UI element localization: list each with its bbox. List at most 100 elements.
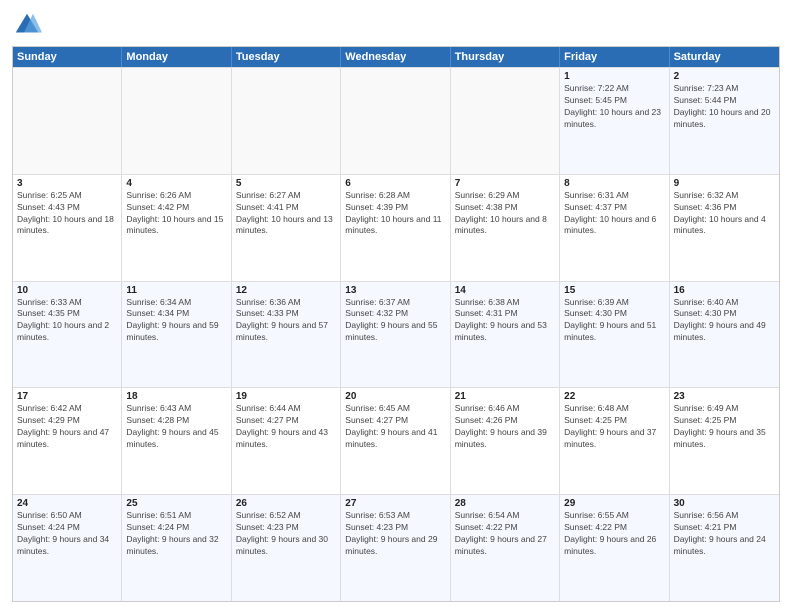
calendar-cell: 25Sunrise: 6:51 AM Sunset: 4:24 PM Dayli… [122,495,231,601]
weekday-header: Monday [122,47,231,67]
day-number: 30 [674,498,775,509]
day-info: Sunrise: 6:53 AM Sunset: 4:23 PM Dayligh… [345,510,445,558]
calendar-cell: 22Sunrise: 6:48 AM Sunset: 4:25 PM Dayli… [560,388,669,494]
day-info: Sunrise: 6:51 AM Sunset: 4:24 PM Dayligh… [126,510,226,558]
day-number: 7 [455,178,555,189]
calendar-cell: 29Sunrise: 6:55 AM Sunset: 4:22 PM Dayli… [560,495,669,601]
day-info: Sunrise: 6:54 AM Sunset: 4:22 PM Dayligh… [455,510,555,558]
logo [12,10,46,40]
day-number: 26 [236,498,336,509]
day-info: Sunrise: 6:42 AM Sunset: 4:29 PM Dayligh… [17,403,117,451]
calendar-cell: 4Sunrise: 6:26 AM Sunset: 4:42 PM Daylig… [122,175,231,281]
calendar-cell: 13Sunrise: 6:37 AM Sunset: 4:32 PM Dayli… [341,282,450,388]
calendar-cell [13,68,122,174]
day-number: 18 [126,391,226,402]
calendar-row: 3Sunrise: 6:25 AM Sunset: 4:43 PM Daylig… [13,174,779,281]
day-info: Sunrise: 6:45 AM Sunset: 4:27 PM Dayligh… [345,403,445,451]
day-number: 13 [345,285,445,296]
day-info: Sunrise: 6:50 AM Sunset: 4:24 PM Dayligh… [17,510,117,558]
day-info: Sunrise: 6:43 AM Sunset: 4:28 PM Dayligh… [126,403,226,451]
day-info: Sunrise: 6:46 AM Sunset: 4:26 PM Dayligh… [455,403,555,451]
day-info: Sunrise: 6:29 AM Sunset: 4:38 PM Dayligh… [455,190,555,238]
day-info: Sunrise: 6:40 AM Sunset: 4:30 PM Dayligh… [674,297,775,345]
calendar-cell: 5Sunrise: 6:27 AM Sunset: 4:41 PM Daylig… [232,175,341,281]
calendar-cell: 11Sunrise: 6:34 AM Sunset: 4:34 PM Dayli… [122,282,231,388]
calendar-cell: 18Sunrise: 6:43 AM Sunset: 4:28 PM Dayli… [122,388,231,494]
calendar-cell: 12Sunrise: 6:36 AM Sunset: 4:33 PM Dayli… [232,282,341,388]
day-info: Sunrise: 7:23 AM Sunset: 5:44 PM Dayligh… [674,83,775,131]
day-number: 3 [17,178,117,189]
weekday-header: Tuesday [232,47,341,67]
calendar-header: SundayMondayTuesdayWednesdayThursdayFrid… [13,47,779,67]
calendar-cell: 8Sunrise: 6:31 AM Sunset: 4:37 PM Daylig… [560,175,669,281]
calendar-cell [341,68,450,174]
calendar-cell: 2Sunrise: 7:23 AM Sunset: 5:44 PM Daylig… [670,68,779,174]
calendar: SundayMondayTuesdayWednesdayThursdayFrid… [12,46,780,602]
calendar-cell: 26Sunrise: 6:52 AM Sunset: 4:23 PM Dayli… [232,495,341,601]
calendar-cell: 17Sunrise: 6:42 AM Sunset: 4:29 PM Dayli… [13,388,122,494]
day-number: 11 [126,285,226,296]
day-info: Sunrise: 6:32 AM Sunset: 4:36 PM Dayligh… [674,190,775,238]
calendar-cell: 28Sunrise: 6:54 AM Sunset: 4:22 PM Dayli… [451,495,560,601]
calendar-cell: 14Sunrise: 6:38 AM Sunset: 4:31 PM Dayli… [451,282,560,388]
calendar-cell: 15Sunrise: 6:39 AM Sunset: 4:30 PM Dayli… [560,282,669,388]
day-info: Sunrise: 6:48 AM Sunset: 4:25 PM Dayligh… [564,403,664,451]
weekday-header: Thursday [451,47,560,67]
calendar-cell: 7Sunrise: 6:29 AM Sunset: 4:38 PM Daylig… [451,175,560,281]
page: SundayMondayTuesdayWednesdayThursdayFrid… [0,0,792,612]
calendar-cell [232,68,341,174]
calendar-cell: 1Sunrise: 7:22 AM Sunset: 5:45 PM Daylig… [560,68,669,174]
day-number: 15 [564,285,664,296]
day-number: 6 [345,178,445,189]
calendar-cell: 24Sunrise: 6:50 AM Sunset: 4:24 PM Dayli… [13,495,122,601]
day-number: 12 [236,285,336,296]
calendar-cell: 10Sunrise: 6:33 AM Sunset: 4:35 PM Dayli… [13,282,122,388]
calendar-cell [451,68,560,174]
day-number: 10 [17,285,117,296]
day-number: 2 [674,71,775,82]
day-info: Sunrise: 6:28 AM Sunset: 4:39 PM Dayligh… [345,190,445,238]
day-info: Sunrise: 6:27 AM Sunset: 4:41 PM Dayligh… [236,190,336,238]
calendar-cell: 19Sunrise: 6:44 AM Sunset: 4:27 PM Dayli… [232,388,341,494]
calendar-row: 10Sunrise: 6:33 AM Sunset: 4:35 PM Dayli… [13,281,779,388]
day-number: 17 [17,391,117,402]
day-number: 29 [564,498,664,509]
day-info: Sunrise: 6:55 AM Sunset: 4:22 PM Dayligh… [564,510,664,558]
day-info: Sunrise: 6:56 AM Sunset: 4:21 PM Dayligh… [674,510,775,558]
day-number: 25 [126,498,226,509]
weekday-header: Wednesday [341,47,450,67]
calendar-cell: 27Sunrise: 6:53 AM Sunset: 4:23 PM Dayli… [341,495,450,601]
day-number: 14 [455,285,555,296]
calendar-cell: 21Sunrise: 6:46 AM Sunset: 4:26 PM Dayli… [451,388,560,494]
day-number: 5 [236,178,336,189]
day-info: Sunrise: 6:44 AM Sunset: 4:27 PM Dayligh… [236,403,336,451]
day-info: Sunrise: 6:49 AM Sunset: 4:25 PM Dayligh… [674,403,775,451]
logo-icon [12,10,42,40]
day-number: 16 [674,285,775,296]
day-info: Sunrise: 6:52 AM Sunset: 4:23 PM Dayligh… [236,510,336,558]
day-number: 24 [17,498,117,509]
day-info: Sunrise: 6:34 AM Sunset: 4:34 PM Dayligh… [126,297,226,345]
weekday-header: Saturday [670,47,779,67]
day-info: Sunrise: 6:36 AM Sunset: 4:33 PM Dayligh… [236,297,336,345]
day-number: 27 [345,498,445,509]
day-info: Sunrise: 6:39 AM Sunset: 4:30 PM Dayligh… [564,297,664,345]
calendar-body: 1Sunrise: 7:22 AM Sunset: 5:45 PM Daylig… [13,67,779,601]
day-info: Sunrise: 6:25 AM Sunset: 4:43 PM Dayligh… [17,190,117,238]
calendar-cell: 30Sunrise: 6:56 AM Sunset: 4:21 PM Dayli… [670,495,779,601]
day-number: 8 [564,178,664,189]
calendar-cell: 23Sunrise: 6:49 AM Sunset: 4:25 PM Dayli… [670,388,779,494]
calendar-cell: 3Sunrise: 6:25 AM Sunset: 4:43 PM Daylig… [13,175,122,281]
day-number: 9 [674,178,775,189]
day-number: 1 [564,71,664,82]
day-info: Sunrise: 6:26 AM Sunset: 4:42 PM Dayligh… [126,190,226,238]
calendar-row: 17Sunrise: 6:42 AM Sunset: 4:29 PM Dayli… [13,387,779,494]
day-info: Sunrise: 6:33 AM Sunset: 4:35 PM Dayligh… [17,297,117,345]
calendar-cell: 6Sunrise: 6:28 AM Sunset: 4:39 PM Daylig… [341,175,450,281]
day-info: Sunrise: 6:31 AM Sunset: 4:37 PM Dayligh… [564,190,664,238]
day-info: Sunrise: 6:38 AM Sunset: 4:31 PM Dayligh… [455,297,555,345]
weekday-header: Sunday [13,47,122,67]
day-number: 19 [236,391,336,402]
day-number: 23 [674,391,775,402]
calendar-cell: 20Sunrise: 6:45 AM Sunset: 4:27 PM Dayli… [341,388,450,494]
